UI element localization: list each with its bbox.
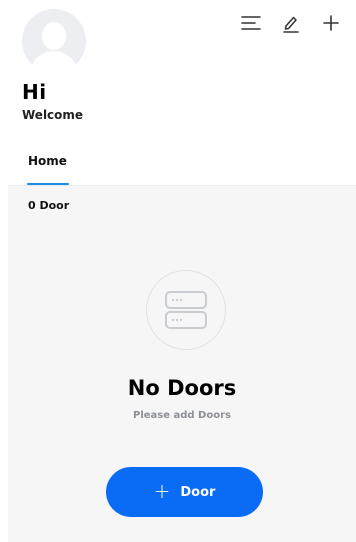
plus-icon: + xyxy=(153,479,171,503)
empty-state-title: No Doors xyxy=(127,376,237,400)
add-icon[interactable] xyxy=(318,10,344,36)
header: Hi Welcome xyxy=(0,0,356,140)
tab-active-indicator xyxy=(27,183,69,185)
server-icon xyxy=(165,291,207,329)
door-list-panel: 0 Door No Doors Please add Doors + Door xyxy=(8,186,356,542)
empty-state-illustration xyxy=(146,270,226,350)
add-door-button[interactable]: + Door xyxy=(106,467,263,517)
welcome-subtitle: Welcome xyxy=(22,108,84,122)
menu-icon[interactable] xyxy=(238,10,264,36)
edit-icon[interactable] xyxy=(278,10,304,36)
tab-bar: Home xyxy=(8,140,356,186)
top-toolbar xyxy=(238,10,344,36)
door-count: 0 Door xyxy=(28,199,70,212)
empty-state-subtitle: Please add Doors xyxy=(133,410,231,421)
avatar[interactable] xyxy=(22,9,86,73)
avatar-body xyxy=(30,51,78,73)
tab-home[interactable]: Home xyxy=(28,154,67,168)
greeting-title: Hi xyxy=(22,80,47,104)
avatar-head xyxy=(42,22,66,50)
add-door-button-label: Door xyxy=(180,484,216,500)
